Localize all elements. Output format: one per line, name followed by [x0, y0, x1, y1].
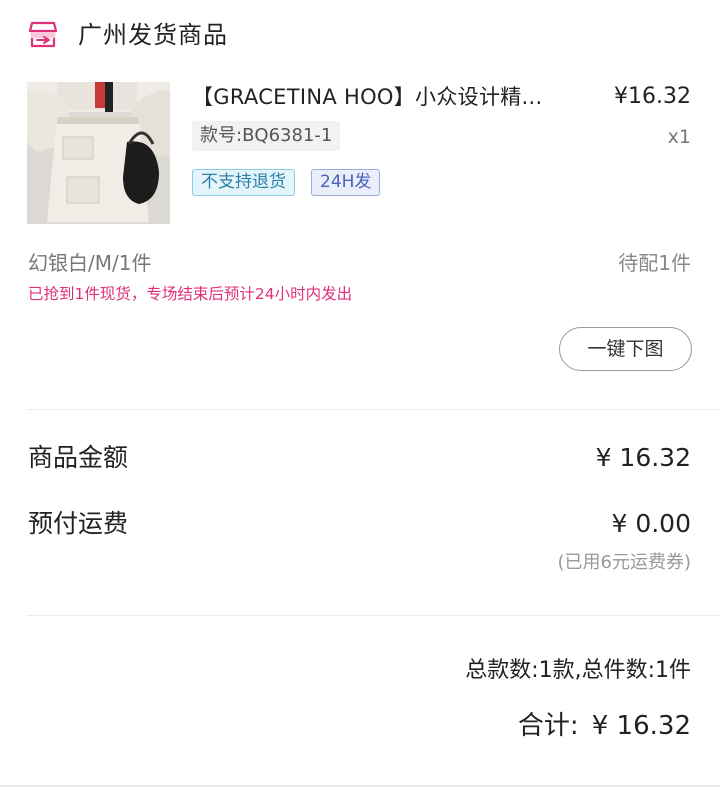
product-sku: 款号:BQ6381-1 [192, 121, 341, 151]
product-variant: 幻银白/M/1件 [28, 251, 152, 275]
product-name[interactable]: 【GRACETINA HOO】小众设计精... [192, 82, 592, 112]
shop-store-icon [28, 21, 58, 48]
divider [27, 615, 720, 616]
shipping-fee-label: 预付运费 [28, 509, 129, 538]
allocation-status: 待配1件 [618, 251, 691, 275]
item-count-summary: 总款数:1款,总件数:1件 [465, 658, 691, 683]
shop-header: 广州发货商品 [0, 0, 720, 70]
goods-amount-label: 商品金额 [28, 443, 129, 472]
coupon-note: (已用6元运费券) [557, 552, 692, 573]
total-value: ¥ 16.32 [591, 711, 691, 741]
shop-title: 广州发货商品 [78, 21, 228, 49]
goods-amount-value: ¥ 16.32 [595, 443, 691, 472]
product-price: ¥16.32 [614, 84, 691, 109]
product-image[interactable] [27, 82, 170, 224]
tag-no-return: 不支持退货 [192, 169, 295, 196]
order-total: 合计: ¥ 16.32 [518, 706, 691, 749]
tag-24h-ship: 24H发 [311, 169, 381, 196]
total-label: 合计: [517, 711, 579, 741]
shipping-notice: 已抢到1件现货，专场结束后预计24小时内发出 [28, 285, 353, 303]
divider [27, 409, 720, 410]
shipping-fee-value: ¥ 0.00 [611, 509, 691, 538]
tweed-skirt-product-photo [27, 82, 170, 224]
download-images-button[interactable]: 一键下图 [559, 327, 692, 371]
product-quantity: x1 [667, 126, 691, 148]
